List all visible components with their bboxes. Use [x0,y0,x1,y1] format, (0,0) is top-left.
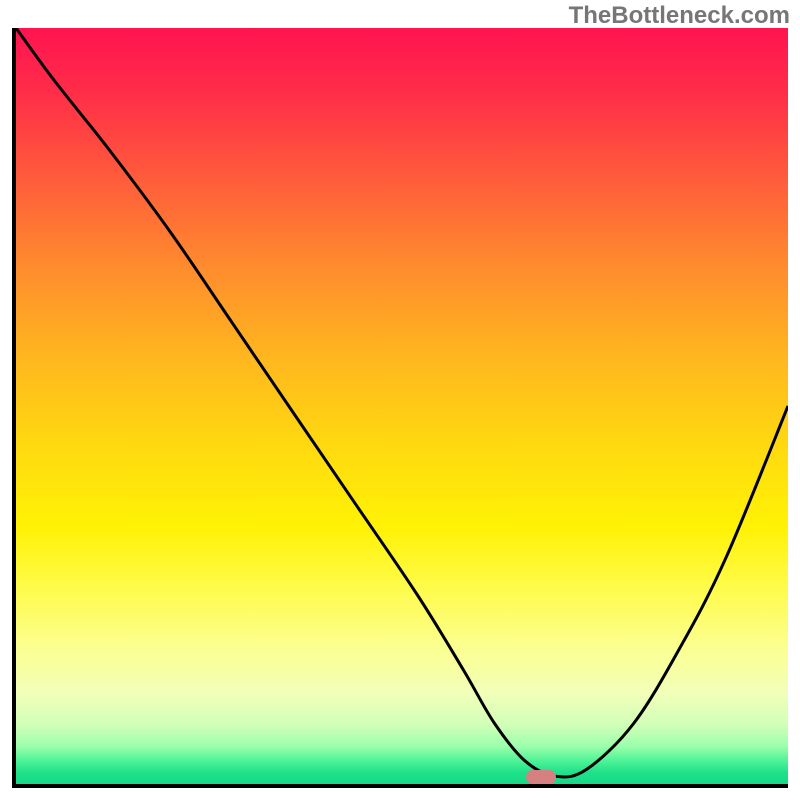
plot-area [12,28,788,788]
watermark-text: TheBottleneck.com [569,2,790,30]
chart-container: TheBottleneck.com [0,0,800,800]
optimal-point-marker [526,770,556,784]
bottleneck-curve [16,28,788,784]
